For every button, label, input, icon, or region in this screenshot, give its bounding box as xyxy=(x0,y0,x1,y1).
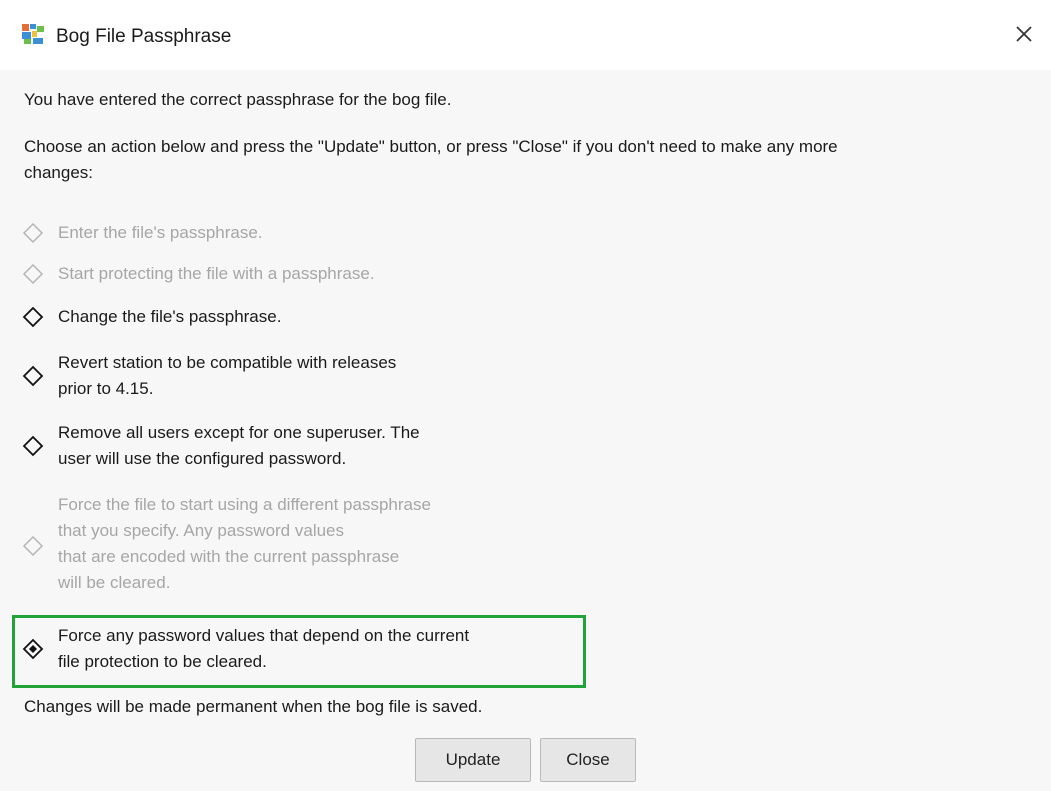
instruction-message-line2: changes: xyxy=(24,163,93,182)
title-bar: Bog File Passphrase xyxy=(0,0,1051,70)
footer-message: Changes will be made permanent when the … xyxy=(24,697,483,716)
dialog-title: Bog File Passphrase xyxy=(56,26,232,47)
bog-file-passphrase-dialog: Bog File Passphrase You have entered the… xyxy=(0,0,1051,791)
option-line: Start protecting the file with a passphr… xyxy=(58,264,375,283)
close-button[interactable]: Close xyxy=(540,738,636,782)
option-line: will be cleared. xyxy=(58,573,171,592)
option-line: that are encoded with the current passph… xyxy=(58,547,400,566)
dialog-content: You have entered the correct passphrase … xyxy=(0,70,1051,791)
option-line: file protection to be cleared. xyxy=(58,652,267,671)
option-line: prior to 4.15. xyxy=(58,379,154,398)
option-line: user will use the configured password. xyxy=(58,449,347,468)
close-icon[interactable] xyxy=(1012,22,1036,46)
option-label: Remove all users except for one superuse… xyxy=(58,420,420,472)
instruction-message-line1: Choose an action below and press the "Up… xyxy=(24,137,838,156)
option-line: Force any password values that depend on… xyxy=(58,626,470,645)
option-label: Enter the file's passphrase. xyxy=(58,220,263,246)
diamond-radio-icon[interactable] xyxy=(22,306,44,328)
option-line: that you specify. Any password values xyxy=(58,521,345,540)
option-label: Revert station to be compatible with rel… xyxy=(58,350,396,402)
app-icon xyxy=(22,24,44,44)
option-label: Start protecting the file with a passphr… xyxy=(58,261,375,287)
option-line: Change the file's passphrase. xyxy=(58,307,282,326)
diamond-radio-icon[interactable] xyxy=(22,365,44,387)
diamond-radio-icon xyxy=(22,222,44,244)
diamond-radio-icon[interactable] xyxy=(22,435,44,457)
option-label: Force the file to start using a differen… xyxy=(58,492,431,596)
option-label: Force any password values that depend on… xyxy=(58,623,469,675)
diamond-radio-icon xyxy=(22,535,44,557)
option-label: Change the file's passphrase. xyxy=(58,304,281,330)
intro-message: You have entered the correct passphrase … xyxy=(24,90,452,109)
option-line: Remove all users except for one superuse… xyxy=(58,423,420,442)
update-button[interactable]: Update xyxy=(415,738,531,782)
diamond-radio-selected-icon[interactable] xyxy=(22,638,44,660)
diamond-radio-icon xyxy=(22,263,44,285)
option-line: Revert station to be compatible with rel… xyxy=(58,353,397,372)
option-line: Enter the file's passphrase. xyxy=(58,223,263,242)
option-line: Force the file to start using a differen… xyxy=(58,495,431,514)
